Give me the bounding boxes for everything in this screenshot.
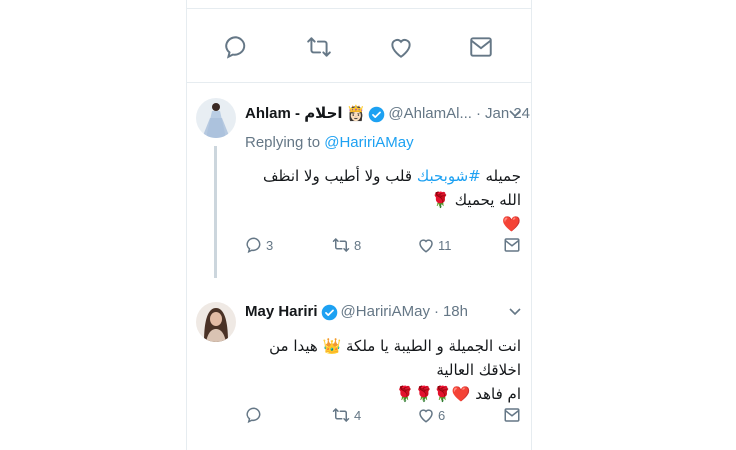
- retweet-count: 4: [354, 407, 362, 423]
- retweet-icon: [332, 408, 350, 422]
- tweet-menu-button[interactable]: [507, 104, 523, 124]
- reply-button[interactable]: [219, 30, 253, 64]
- tweet-text-line: ❤️: [502, 215, 521, 233]
- reply-button[interactable]: 3: [245, 234, 273, 256]
- separator-dot: ·: [475, 105, 481, 122]
- retweet-count: 8: [354, 237, 362, 253]
- direct-message-button[interactable]: [503, 404, 521, 426]
- verified-badge-icon: [321, 304, 338, 321]
- reply-button[interactable]: [245, 404, 266, 426]
- display-name[interactable]: Ahlam - احلام 👸🏻: [245, 104, 365, 124]
- avatar[interactable]: [196, 98, 236, 138]
- tweet-text-line: انت الجميلة و الطيبة يا ملكة 👑 هيدا من ا…: [269, 337, 521, 379]
- display-name[interactable]: May Hariri: [245, 302, 318, 322]
- tweet-header: Ahlam - احلام 👸🏻 @AhlamAl... · Jan 24: [245, 104, 530, 124]
- divider: [187, 8, 531, 9]
- message-icon: [470, 37, 492, 57]
- chevron-down-icon: [509, 308, 521, 316]
- timestamp[interactable]: 18h: [443, 302, 468, 322]
- direct-message-button[interactable]: [464, 30, 498, 64]
- like-count: 6: [438, 407, 446, 423]
- handle[interactable]: @AhlamAl...: [388, 104, 472, 124]
- like-count: 11: [438, 237, 452, 253]
- reply-icon: [225, 36, 246, 59]
- tweet-text-part: جميله: [480, 167, 521, 185]
- reply-count: 3: [266, 237, 274, 253]
- retweet-icon: [332, 238, 350, 252]
- avatar[interactable]: [196, 302, 236, 342]
- tweet-menu-button[interactable]: [507, 302, 523, 322]
- tweet-actions: 3 8 11: [245, 234, 523, 256]
- verified-badge-icon: [368, 106, 385, 123]
- separator-dot: ·: [433, 303, 439, 320]
- retweet-icon: [307, 37, 331, 57]
- message-icon: [504, 408, 520, 422]
- message-icon: [504, 238, 520, 252]
- like-button[interactable]: [384, 30, 418, 64]
- handle[interactable]: @HaririAMay: [341, 302, 430, 322]
- like-button[interactable]: 6: [417, 404, 445, 426]
- hashtag-link[interactable]: #شوبحبك: [417, 167, 481, 185]
- tweet-text-line: ام فاهد ❤️🌹🌹🌹: [395, 385, 521, 403]
- reply-icon: [246, 407, 261, 424]
- tweet-actions: 4 6: [245, 404, 523, 426]
- retweet-button[interactable]: [302, 30, 336, 64]
- tweet-header: May Hariri @HaririAMay · 18h: [245, 302, 523, 322]
- parent-tweet-actions: [187, 30, 531, 64]
- retweet-button[interactable]: 8: [331, 234, 361, 256]
- reply-icon: [246, 237, 261, 254]
- divider: [187, 82, 531, 83]
- like-icon: [419, 409, 433, 423]
- like-icon: [391, 39, 411, 58]
- thread-line: [214, 146, 217, 278]
- replying-to: Replying to @HaririAMay: [245, 134, 414, 151]
- chevron-down-icon: [509, 110, 521, 118]
- like-icon: [419, 239, 433, 253]
- tweet-text: جميله #شوبحبك قلب ولا أطيب ولا انظف الله…: [245, 164, 521, 236]
- replying-to-handle[interactable]: @HaririAMay: [324, 134, 413, 151]
- tweet-text: انت الجميلة و الطيبة يا ملكة 👑 هيدا من ا…: [245, 334, 521, 406]
- replying-to-label: Replying to: [245, 134, 321, 151]
- tweet-thread-panel: Ahlam - احلام 👸🏻 @AhlamAl... · Jan 24 Re…: [186, 0, 532, 450]
- like-button[interactable]: 11: [417, 234, 452, 256]
- retweet-button[interactable]: 4: [331, 404, 361, 426]
- direct-message-button[interactable]: [503, 234, 521, 256]
